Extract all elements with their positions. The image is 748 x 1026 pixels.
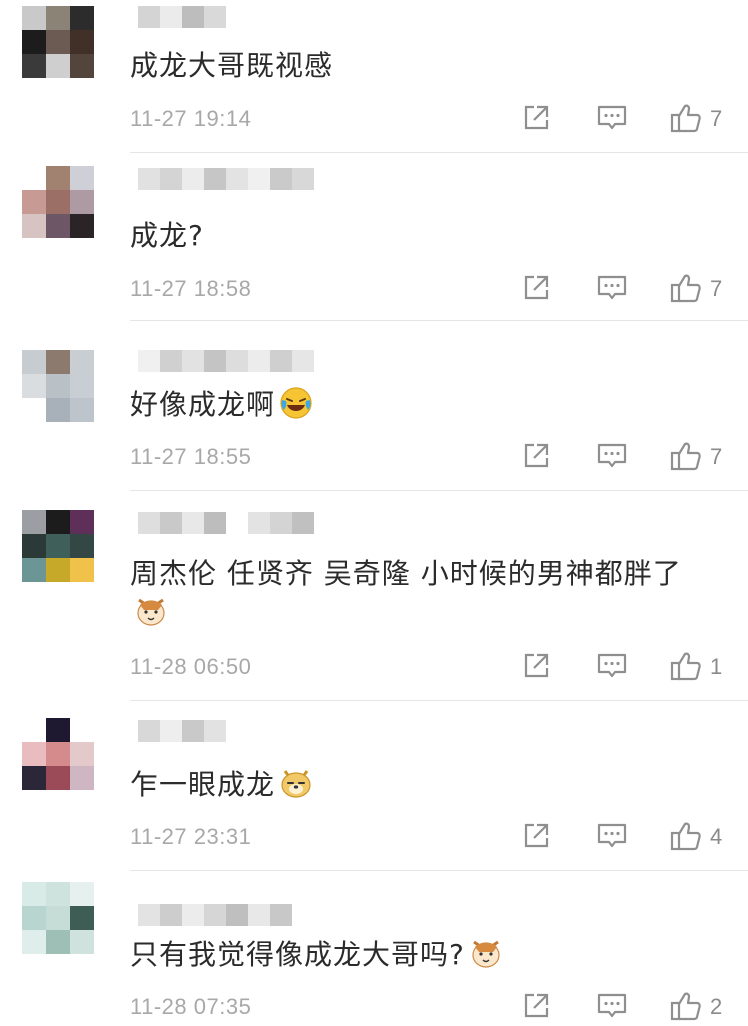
comment-meta: 11-28 07:35 2 xyxy=(130,986,728,1026)
laugh-cry-emoji-icon xyxy=(275,387,313,421)
cat-emoji-icon xyxy=(130,594,708,631)
username-blurred[interactable] xyxy=(138,6,226,28)
reply-icon[interactable] xyxy=(592,268,632,308)
comment-text: 乍一眼成龙 xyxy=(130,766,708,803)
divider xyxy=(130,152,748,153)
timestamp: 11-28 06:50 xyxy=(130,654,252,679)
timestamp: 11-27 18:55 xyxy=(130,444,252,469)
avatar[interactable] xyxy=(22,6,94,78)
share-icon[interactable] xyxy=(516,98,556,138)
comment-text-content: 成龙? xyxy=(130,219,204,252)
comment-meta: 11-27 18:58 7 xyxy=(130,268,728,308)
reply-icon[interactable] xyxy=(592,98,632,138)
comment-text-content: 乍一眼成龙 xyxy=(130,768,276,801)
username-blurred[interactable] xyxy=(138,350,314,372)
comment-text-content: 周杰伦 任贤齐 吴奇隆 小时候的男神都胖了 xyxy=(130,557,682,590)
comment-meta: 11-27 19:14 7 xyxy=(130,98,728,138)
comment-text-content: 只有我觉得像成龙大哥吗? xyxy=(130,938,465,971)
comment-meta: 11-27 23:31 4 xyxy=(130,816,728,856)
share-icon[interactable] xyxy=(516,986,556,1026)
like-icon[interactable] xyxy=(667,986,707,1026)
comment-text: 周杰伦 任贤齐 吴奇隆 小时候的男神都胖了 xyxy=(130,556,708,631)
username-blurred[interactable] xyxy=(138,904,292,926)
reply-icon[interactable] xyxy=(592,986,632,1026)
like-count: 2 xyxy=(710,994,723,1019)
reply-icon[interactable] xyxy=(592,436,632,476)
comment-text: 成龙? xyxy=(130,218,708,254)
reply-icon[interactable] xyxy=(592,816,632,856)
timestamp: 11-28 07:35 xyxy=(130,994,252,1019)
like-icon[interactable] xyxy=(667,98,707,138)
comment-text: 只有我觉得像成龙大哥吗? xyxy=(130,936,708,973)
like-count: 7 xyxy=(710,276,723,301)
reply-icon[interactable] xyxy=(592,646,632,686)
like-icon[interactable] xyxy=(667,436,707,476)
username-blurred[interactable] xyxy=(138,720,226,742)
comment-text: 好像成龙啊 xyxy=(130,386,708,423)
avatar[interactable] xyxy=(22,882,94,954)
username-blurred[interactable] xyxy=(138,168,314,190)
share-icon[interactable] xyxy=(516,268,556,308)
share-icon[interactable] xyxy=(516,436,556,476)
avatar[interactable] xyxy=(22,166,94,238)
comment-meta: 11-27 18:55 7 xyxy=(130,436,728,476)
divider xyxy=(130,700,748,701)
like-count: 1 xyxy=(710,654,723,679)
comment-text: 成龙大哥既视感 xyxy=(130,48,708,84)
divider xyxy=(130,490,748,491)
avatar[interactable] xyxy=(22,350,94,422)
comment-text-content: 好像成龙啊 xyxy=(130,388,276,421)
like-count: 7 xyxy=(710,444,723,469)
like-icon[interactable] xyxy=(667,268,707,308)
username-blurred[interactable] xyxy=(138,512,314,534)
doge-emoji-icon xyxy=(275,768,313,801)
comment-text-content: 成龙大哥既视感 xyxy=(130,49,334,82)
avatar[interactable] xyxy=(22,510,94,582)
cat-emoji-icon xyxy=(465,938,503,971)
share-icon[interactable] xyxy=(516,816,556,856)
like-icon[interactable] xyxy=(667,646,707,686)
divider xyxy=(130,870,748,871)
timestamp: 11-27 18:58 xyxy=(130,276,252,301)
like-icon[interactable] xyxy=(667,816,707,856)
like-count: 4 xyxy=(710,824,723,849)
timestamp: 11-27 19:14 xyxy=(130,106,252,131)
avatar[interactable] xyxy=(22,718,94,790)
share-icon[interactable] xyxy=(516,646,556,686)
divider xyxy=(130,320,748,321)
comment-meta: 11-28 06:50 1 xyxy=(130,646,728,686)
timestamp: 11-27 23:31 xyxy=(130,824,252,849)
like-count: 7 xyxy=(710,106,723,131)
